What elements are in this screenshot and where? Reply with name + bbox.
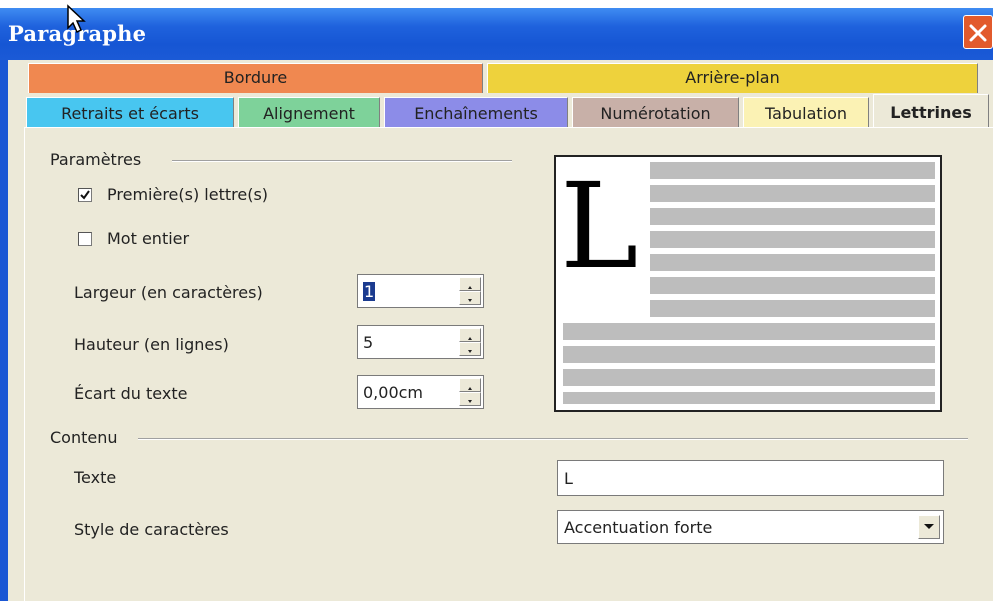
style-label: Style de caractères <box>74 520 229 539</box>
arrow-down-icon <box>468 299 472 302</box>
close-icon <box>969 24 987 42</box>
mot-entier-checkbox[interactable] <box>78 232 92 246</box>
tab-bordure[interactable]: Bordure <box>28 63 483 93</box>
tab-lettrines[interactable]: Lettrines <box>873 94 989 130</box>
preview-line <box>650 162 935 179</box>
tab-label: Bordure <box>223 68 288 87</box>
tab-numerotation[interactable]: Numérotation <box>572 97 739 128</box>
preview-line <box>650 300 935 317</box>
arrow-down-icon <box>468 400 472 403</box>
checkmark-icon <box>80 190 90 200</box>
largeur-value: 1 <box>363 282 376 301</box>
section-divider <box>138 438 968 440</box>
hauteur-spinbox[interactable]: 5 <box>357 325 484 359</box>
tab-label: Alignement <box>263 104 355 123</box>
largeur-label: Largeur (en caractères) <box>74 283 263 302</box>
tab-label: Tabulation <box>764 104 848 123</box>
hauteur-spin-buttons[interactable] <box>459 328 481 356</box>
dropdown-button[interactable] <box>918 515 940 539</box>
spin-down-button[interactable] <box>459 392 481 406</box>
close-button[interactable] <box>963 15 993 49</box>
texte-label: Texte <box>74 468 117 487</box>
preview-line <box>563 346 935 363</box>
drop-cap-letter: L <box>560 157 638 295</box>
preview-line <box>650 254 935 271</box>
ecart-spinbox[interactable]: 0,00cm <box>357 375 484 409</box>
mouse-cursor-icon <box>67 4 86 34</box>
preview-line <box>650 231 935 248</box>
style-value: Accentuation forte <box>564 518 713 537</box>
chevron-down-icon <box>924 524 934 529</box>
section-heading-parametres: Paramètres <box>50 150 142 169</box>
tab-alignement[interactable]: Alignement <box>238 97 380 128</box>
spin-up-button[interactable] <box>459 378 481 392</box>
preview-line <box>650 208 935 225</box>
texte-value: L <box>564 469 573 488</box>
preview-line <box>563 323 935 340</box>
tab-tabulation[interactable]: Tabulation <box>743 97 869 128</box>
tab-label: Enchaînements <box>414 104 538 123</box>
tab-label: Numérotation <box>600 104 711 123</box>
drop-cap-preview: L <box>554 155 942 412</box>
tab-label: Retraits et écarts <box>61 104 199 123</box>
spin-up-button[interactable] <box>459 277 481 291</box>
ecart-label: Écart du texte <box>74 384 188 403</box>
paragraph-dialog: Paragraphe Bordure Arrière-plan Retraits… <box>0 0 993 601</box>
spin-up-button[interactable] <box>459 328 481 342</box>
section-divider <box>172 160 512 162</box>
preview-line <box>563 392 935 404</box>
arrow-down-icon <box>468 350 472 353</box>
title-bar-band <box>0 8 993 60</box>
preview-line <box>563 369 935 386</box>
ecart-value: 0,00cm <box>363 383 424 402</box>
largeur-spinbox[interactable]: 1 <box>357 274 484 308</box>
style-dropdown[interactable]: Accentuation forte <box>557 510 944 544</box>
title-bar[interactable]: Paragraphe <box>0 0 993 62</box>
window-left-border <box>0 60 8 601</box>
tab-label: Arrière-plan <box>685 68 780 87</box>
tab-arriere-plan[interactable]: Arrière-plan <box>487 63 978 93</box>
tab-retraits-et-ecarts[interactable]: Retraits et écarts <box>26 97 234 128</box>
texte-input[interactable]: L <box>557 460 944 496</box>
spin-down-button[interactable] <box>459 342 481 356</box>
tab-enchainements[interactable]: Enchaînements <box>384 97 568 128</box>
largeur-spin-buttons[interactable] <box>459 277 481 305</box>
tab-label: Lettrines <box>890 103 972 122</box>
section-heading-contenu: Contenu <box>50 428 118 447</box>
premiere-lettre-checkbox[interactable] <box>78 188 92 202</box>
spin-down-button[interactable] <box>459 291 481 305</box>
premiere-lettre-label[interactable]: Première(s) lettre(s) <box>107 185 268 204</box>
hauteur-label: Hauteur (en lignes) <box>74 335 229 354</box>
preview-line <box>650 277 935 294</box>
ecart-spin-buttons[interactable] <box>459 378 481 406</box>
preview-line <box>650 185 935 202</box>
mot-entier-label[interactable]: Mot entier <box>107 229 189 248</box>
preview-canvas: L <box>560 157 935 404</box>
hauteur-value: 5 <box>363 333 374 352</box>
